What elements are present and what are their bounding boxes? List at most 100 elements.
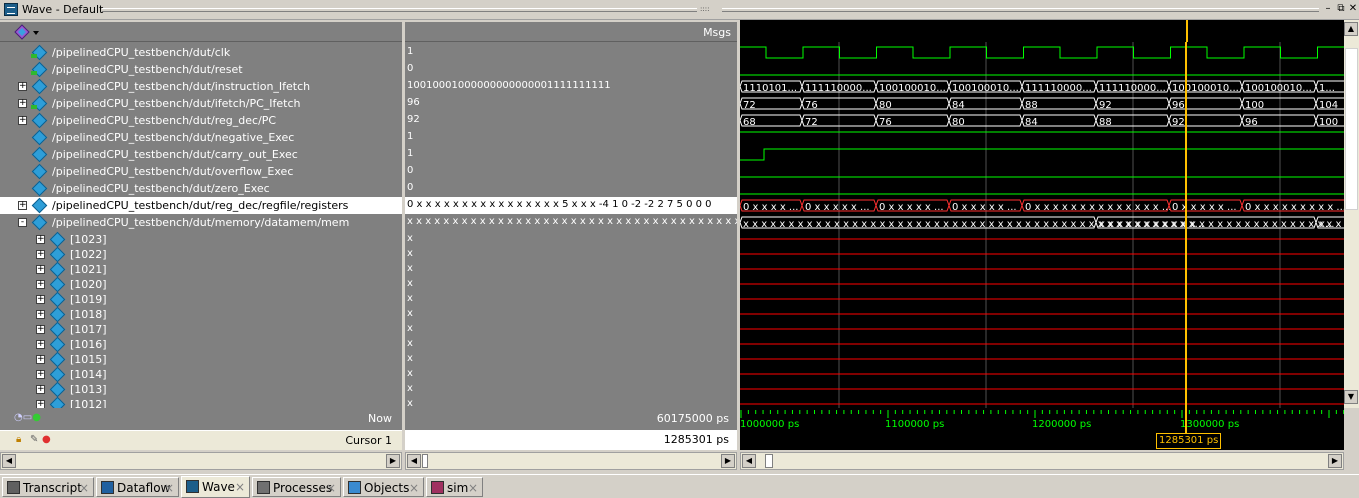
signal-row[interactable]: /pipelinedCPU_testbench/dut/clk (0, 44, 402, 61)
scroll-up-icon[interactable]: ▲ (1344, 22, 1358, 36)
signal-name: /pipelinedCPU_testbench/dut/overflow_Exe… (52, 165, 294, 178)
signal-icon (50, 247, 64, 261)
signal-value-row[interactable]: 96 (405, 95, 737, 112)
wave-icon (186, 480, 199, 493)
signal-value-row[interactable]: 92 (405, 112, 737, 129)
signal-row[interactable]: /pipelinedCPU_testbench/dut/reset (0, 61, 402, 78)
expand-icon[interactable]: + (18, 116, 27, 125)
vertical-scrollbar[interactable]: ▲ ▼ (1344, 20, 1359, 408)
collapse-icon[interactable]: - (18, 218, 27, 227)
tab-close-icon[interactable]: × (326, 481, 336, 495)
wave-scroll-thumb[interactable] (765, 454, 773, 468)
tab-close-icon[interactable]: × (468, 481, 478, 495)
tab-close-icon[interactable]: × (79, 481, 89, 495)
expand-icon[interactable]: + (36, 235, 45, 244)
values-scroll-left-icon[interactable]: ◀ (407, 454, 421, 468)
expand-icon[interactable]: + (18, 99, 27, 108)
tab-sim[interactable]: sim × (426, 477, 483, 497)
expand-icon[interactable]: + (36, 295, 45, 304)
signal-value-row[interactable]: x x x x x x x x x x x x x x x x x x x x … (405, 214, 737, 231)
cursor-time-box[interactable]: 1285301 ps (1156, 433, 1222, 449)
expand-icon[interactable]: + (18, 82, 27, 91)
tab-transcript[interactable]: Transcript × (2, 477, 94, 497)
expand-icon[interactable]: + (36, 385, 45, 394)
titlebar-grip[interactable] (102, 8, 697, 12)
tab-close-icon[interactable]: × (235, 480, 245, 494)
wave-scroll-right-icon[interactable]: ▶ (1328, 454, 1342, 468)
expand-icon[interactable]: + (36, 370, 45, 379)
processes-icon (257, 481, 270, 494)
expand-icon[interactable]: + (36, 265, 45, 274)
tab-close-icon[interactable]: × (409, 481, 419, 495)
titlebar-grip-right[interactable] (722, 8, 1319, 12)
signal-row[interactable]: + /pipelinedCPU_testbench/dut/ifetch/PC_I… (0, 95, 402, 112)
signal-value-row[interactable]: 0 (405, 61, 737, 78)
signal-row[interactable]: - /pipelinedCPU_testbench/dut/memory/data… (0, 214, 402, 231)
signal-name: [1018] (70, 308, 107, 321)
scroll-left-icon[interactable]: ◀ (2, 454, 16, 468)
signal-row[interactable]: + /pipelinedCPU_testbench/dut/instruction… (0, 78, 402, 95)
signal-row[interactable]: /pipelinedCPU_testbench/dut/overflow_Exe… (0, 163, 402, 180)
scroll-right-icon[interactable]: ▶ (386, 454, 400, 468)
cursor-edit-icon[interactable]: ✎ (30, 434, 38, 445)
instruction-bus-label: 100100010... (952, 83, 1019, 94)
tab-wave[interactable]: Wave × (181, 476, 250, 498)
signal-value-row[interactable]: 0 (405, 163, 737, 180)
waveform-pane[interactable]: 1110101... 111110000... 100100010... 100100… (740, 42, 1344, 408)
signal-row[interactable]: /pipelinedCPU_testbench/dut/carry_out_Ex… (0, 146, 402, 163)
vertical-scroll-thumb[interactable] (1345, 48, 1358, 210)
signal-icon (50, 322, 64, 336)
drag-handle-icon[interactable]: :::: (700, 5, 709, 13)
tab-objects[interactable]: Objects × (343, 477, 424, 497)
signal-value-row[interactable]: 1 (405, 146, 737, 163)
signal-value-row[interactable]: 10010001000000000000001111111111 (405, 78, 737, 95)
minimize-icon[interactable]: – (1322, 3, 1334, 15)
tab-close-icon[interactable]: × (164, 481, 174, 495)
values-hscrollbar[interactable]: ◀ ▶ (405, 452, 737, 470)
signal-name: [1014] (70, 368, 107, 381)
expand-icon[interactable]: + (36, 310, 45, 319)
signal-value: x (407, 353, 413, 364)
cursor-lock-icon[interactable]: 🔒︎ (16, 434, 21, 445)
values-scroll-right-icon[interactable]: ▶ (721, 454, 735, 468)
tab-label: Dataflow (117, 481, 171, 495)
instruction-bus-label: 111110000... (1025, 83, 1092, 94)
close-icon[interactable]: ✕ (1347, 3, 1359, 15)
names-hscrollbar[interactable]: ◀ ▶ (0, 452, 402, 470)
scroll-down-icon[interactable]: ▼ (1344, 390, 1358, 404)
wave-toolbar-icon[interactable] (14, 24, 40, 40)
pane-splitter-1[interactable] (402, 20, 405, 410)
expand-icon[interactable]: + (36, 355, 45, 364)
waveform-canvas[interactable]: 1110101... 111110000... 100100010... 100100… (740, 42, 1344, 408)
signal-value: x (407, 263, 413, 274)
wave-hscrollbar[interactable]: ◀ ▶ (740, 452, 1344, 470)
signal-row[interactable]: + /pipelinedCPU_testbench/dut/reg_dec/reg… (0, 197, 402, 214)
signal-value-row[interactable]: 1 (405, 44, 737, 61)
tab-processes[interactable]: Processes × (252, 477, 341, 497)
expand-icon[interactable]: + (36, 250, 45, 259)
reg-pc-bus-label: 68 (743, 117, 756, 128)
ruler-label: 1000000 ps (740, 419, 799, 430)
expand-icon[interactable]: + (36, 340, 45, 349)
expand-icon[interactable]: + (36, 280, 45, 289)
expand-icon[interactable]: + (18, 201, 27, 210)
signal-icon (32, 215, 46, 229)
signal-name: [1023] (70, 233, 107, 246)
wave-scroll-left-icon[interactable]: ◀ (742, 454, 756, 468)
cursor-track[interactable]: 1285301 ps (740, 430, 1344, 450)
expand-icon[interactable]: + (36, 325, 45, 334)
remove-cursor-icon[interactable]: ● (42, 434, 51, 445)
signal-value-row[interactable]: 1 (405, 129, 737, 146)
signal-row[interactable]: /pipelinedCPU_testbench/dut/zero_Exec (0, 180, 402, 197)
signal-row[interactable]: + /pipelinedCPU_testbench/dut/reg_dec/PC (0, 112, 402, 129)
tab-dataflow[interactable]: Dataflow × (96, 477, 179, 497)
signal-row[interactable]: /pipelinedCPU_testbench/dut/negative_Exe… (0, 129, 402, 146)
signal-value-row[interactable]: 0 (405, 180, 737, 197)
timeline-ruler[interactable]: 1000000 ps 1100000 ps 1200000 ps 1300000 ps (740, 408, 1345, 430)
signal-value-row[interactable]: 0 x x x x x x x x x x x x x x x x 5 x x … (405, 197, 737, 214)
values-scroll-thumb[interactable] (422, 454, 428, 468)
now-tool-icons[interactable]: ◔▭● (14, 412, 41, 423)
pc-ifetch-bus-label: 80 (879, 100, 892, 111)
undock-icon[interactable]: ⧉ (1335, 3, 1347, 15)
input-signal-icon (31, 62, 46, 76)
